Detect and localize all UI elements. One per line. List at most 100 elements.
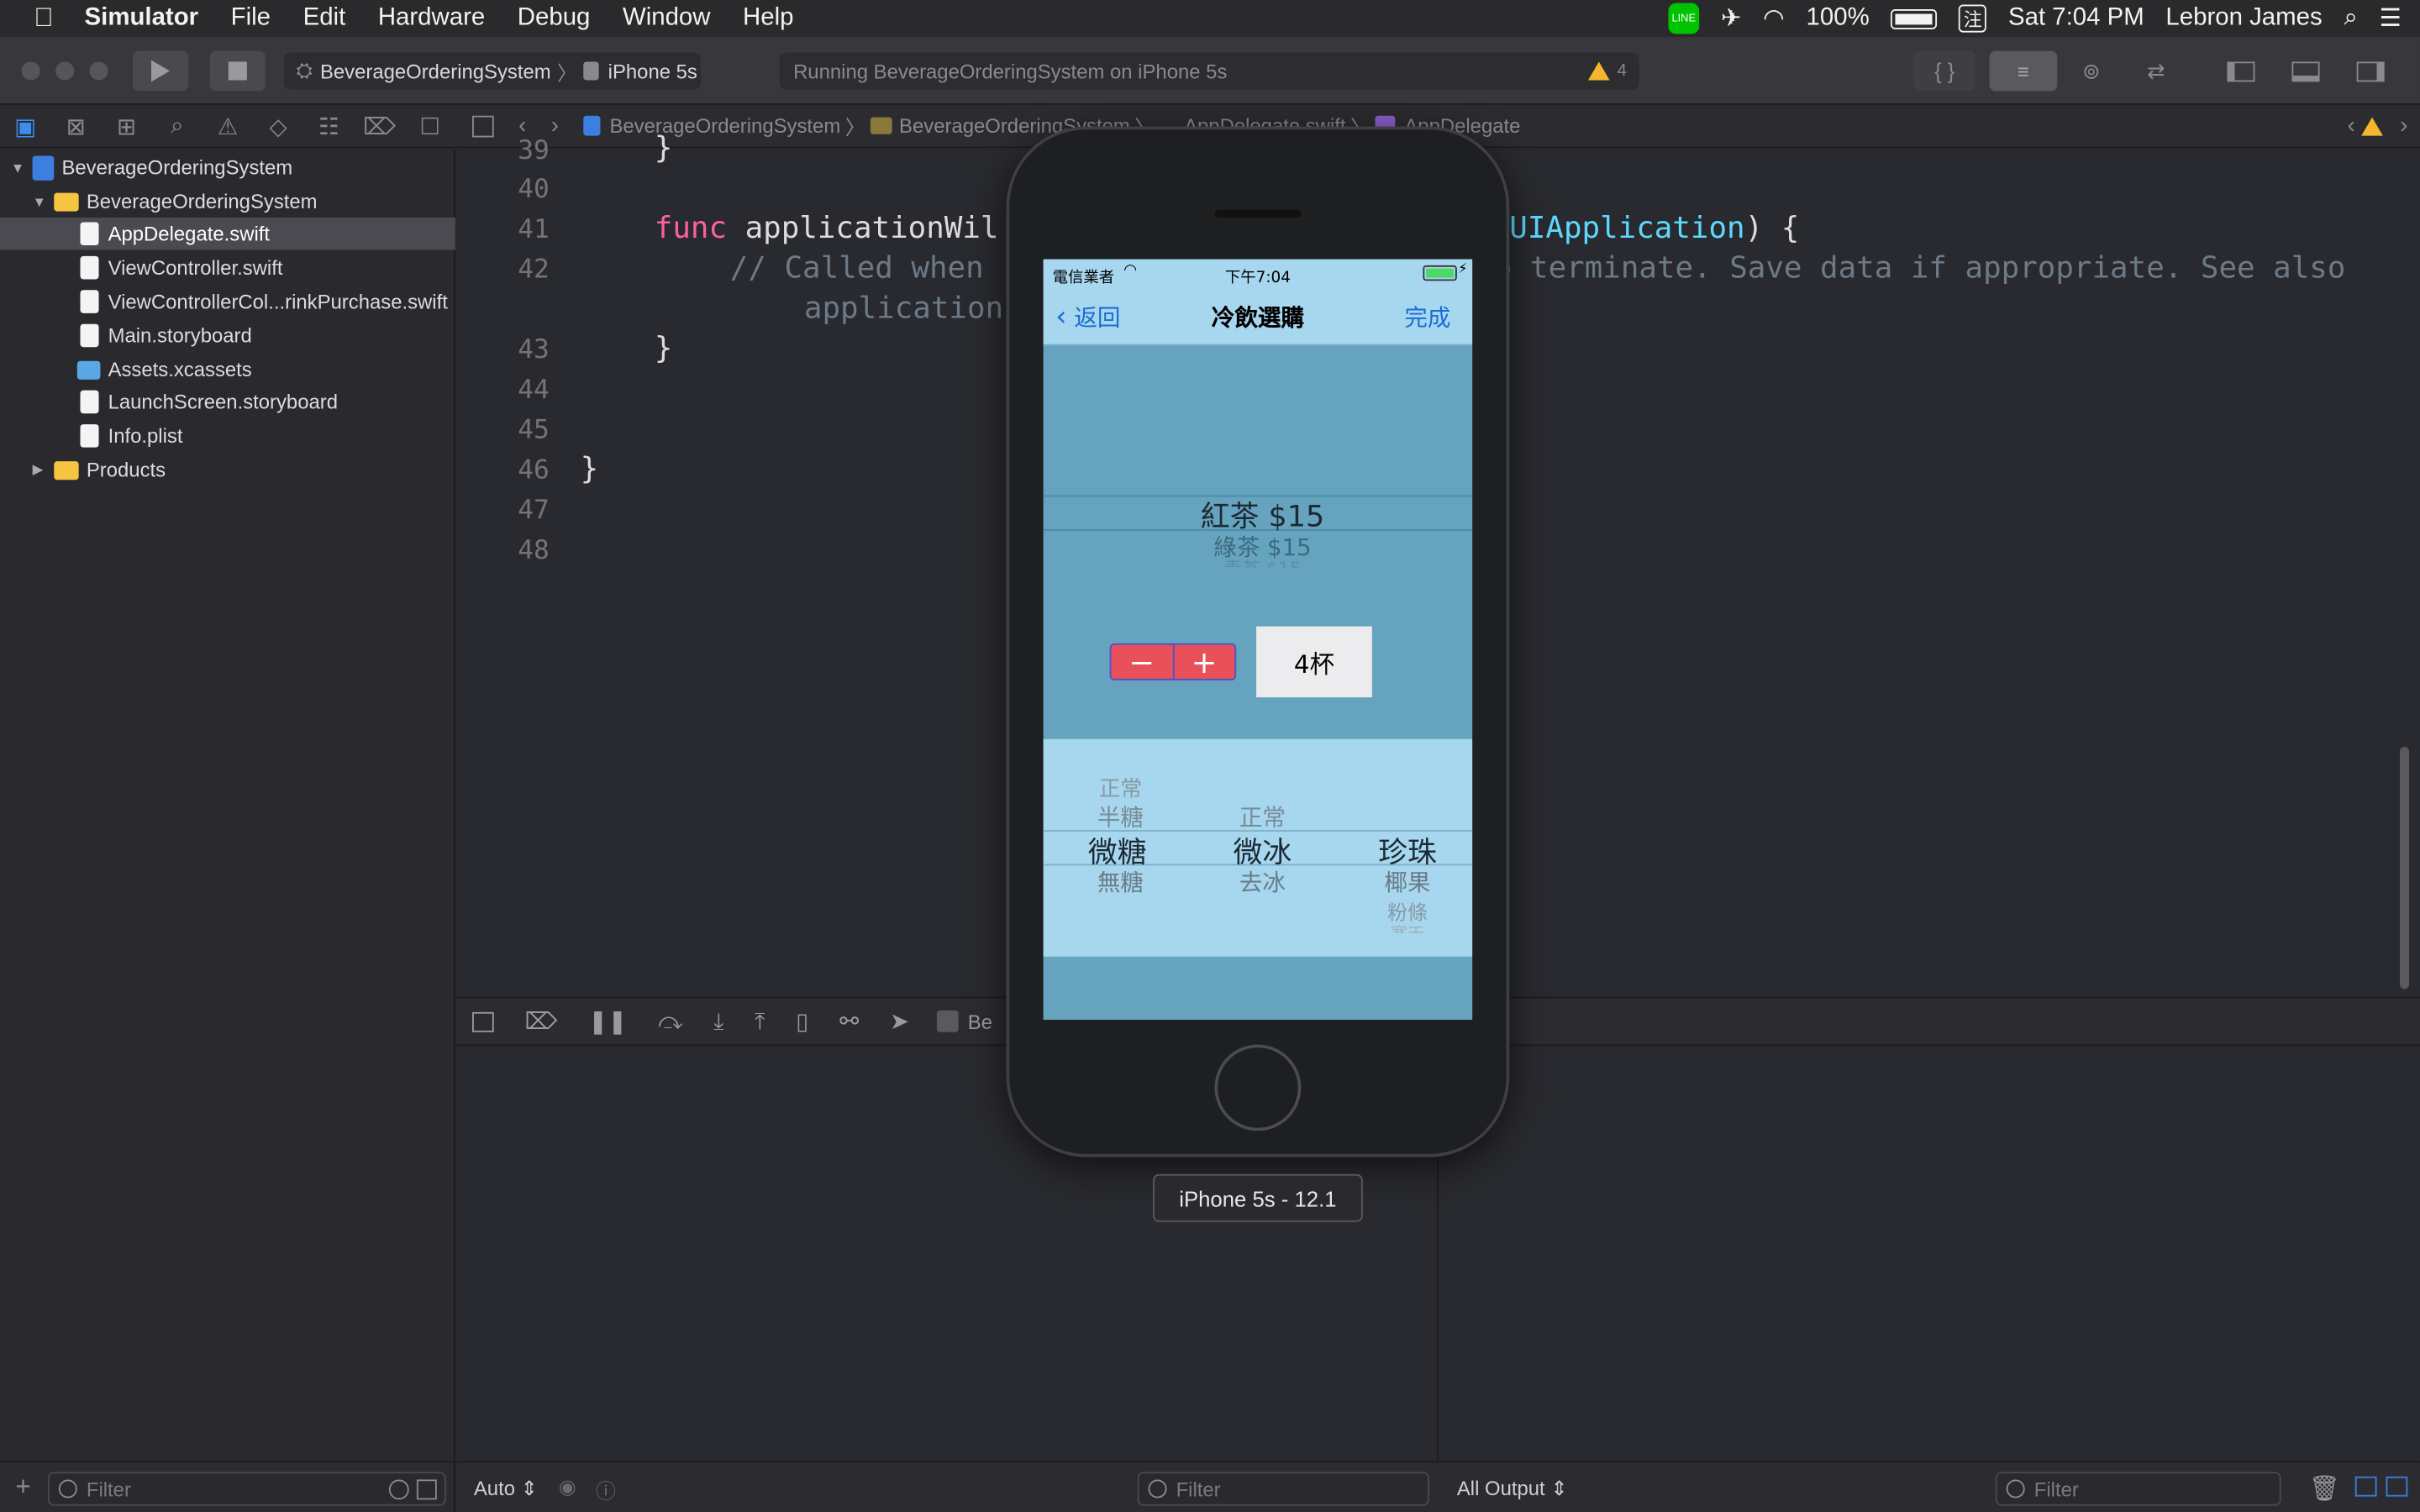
recent-files-icon[interactable] bbox=[388, 1478, 409, 1499]
line-app-icon[interactable]: LINE bbox=[1668, 3, 1700, 34]
tree-file-viewcontroller-collection[interactable]: ViewControllerCol...rinkPurchase.swift bbox=[0, 286, 455, 318]
split-left-icon[interactable] bbox=[2354, 1476, 2377, 1497]
console-filter-field[interactable]: Filter bbox=[1995, 1472, 2281, 1506]
run-button[interactable] bbox=[132, 50, 189, 92]
breakpoint-navigator-icon[interactable]: ⌦ bbox=[354, 112, 404, 139]
find-navigator-icon[interactable]: ⌕ bbox=[152, 113, 203, 139]
menu-debug[interactable]: Debug bbox=[518, 5, 591, 33]
variables-filter-field[interactable]: Filter bbox=[1137, 1472, 1429, 1506]
trash-icon[interactable]: 🗑 bbox=[2309, 1473, 2340, 1504]
home-button[interactable] bbox=[1214, 1044, 1302, 1131]
symbol-navigator-icon[interactable]: ⊞ bbox=[101, 112, 151, 139]
tree-file-appdelegate[interactable]: AppDelegate.swift bbox=[0, 217, 455, 250]
user-name[interactable]: Lebron James bbox=[2165, 5, 2322, 33]
sugar-picker-row[interactable]: 正常 bbox=[1074, 773, 1166, 804]
warning-icon[interactable] bbox=[2361, 116, 2383, 135]
spotlight-icon[interactable]: ⌕ bbox=[2344, 5, 2357, 33]
standard-editor-button[interactable]: ≡ bbox=[1989, 50, 2058, 92]
project-navigator-icon[interactable]: ▣ bbox=[0, 112, 50, 139]
tree-project-root[interactable]: ▼ BeverageOrderingSystem bbox=[0, 151, 455, 184]
input-method-icon[interactable]: 注 bbox=[1959, 4, 1987, 33]
issue-forward-icon[interactable]: › bbox=[2400, 113, 2407, 139]
tree-file-assets[interactable]: Assets.xcassets bbox=[0, 354, 455, 386]
stop-button[interactable] bbox=[209, 50, 266, 92]
source-control-filter-icon[interactable] bbox=[416, 1478, 437, 1499]
warning-indicator[interactable]: 4 bbox=[1587, 61, 1627, 81]
issue-navigator-icon[interactable]: ⚠ bbox=[203, 112, 253, 139]
step-out-icon[interactable]: ⤒ bbox=[755, 1008, 765, 1034]
disclosure-closed-icon[interactable]: ▶ bbox=[33, 461, 55, 478]
breadcrumb-project[interactable]: BeverageOrderingSystem bbox=[609, 114, 840, 138]
toggle-debug-area-button[interactable] bbox=[2275, 51, 2336, 92]
tree-file-viewcontroller[interactable]: ViewController.swift bbox=[0, 251, 455, 284]
quantity-stepper[interactable]: − + bbox=[1109, 643, 1237, 680]
ice-picker-row[interactable]: 正常 bbox=[1216, 801, 1308, 833]
menu-edit[interactable]: Edit bbox=[303, 5, 346, 33]
battery-icon[interactable] bbox=[1891, 8, 1938, 29]
assistant-editor-button[interactable]: ⊚ bbox=[2060, 51, 2122, 92]
back-arrow-icon[interactable]: ‹ bbox=[518, 113, 526, 139]
simulator-screen[interactable]: 電信業者 ◠ 下午7:04 ⚡ ‹ 返回 冷飲選購 完成 紅茶 $15 綠茶 $… bbox=[1043, 259, 1473, 1021]
related-items-icon[interactable] bbox=[472, 114, 494, 137]
output-select[interactable]: All Output ⇕ bbox=[1457, 1477, 1568, 1501]
console-view[interactable] bbox=[1439, 1046, 2420, 1462]
menu-hardware[interactable]: Hardware bbox=[378, 5, 485, 33]
memory-graph-icon[interactable]: ⚯ bbox=[839, 1007, 859, 1035]
topping-picker-row[interactable]: 寒天 bbox=[1361, 921, 1454, 933]
clock[interactable]: Sat 7:04 PM bbox=[2008, 5, 2144, 33]
tree-file-main-storyboard[interactable]: Main.storyboard bbox=[0, 319, 455, 352]
hide-debug-icon[interactable] bbox=[472, 1011, 494, 1032]
close-window-button[interactable] bbox=[21, 61, 40, 81]
step-over-icon[interactable]: ⤼ bbox=[658, 1008, 682, 1034]
library-button[interactable]: { } bbox=[1913, 50, 1975, 92]
sugar-picker-row[interactable]: 半糖 bbox=[1074, 801, 1166, 833]
pause-icon[interactable]: ❚❚ bbox=[588, 1007, 627, 1035]
version-editor-button[interactable]: ⇄ bbox=[2125, 51, 2186, 92]
disclosure-open-icon[interactable]: ▼ bbox=[11, 160, 33, 175]
breakpoints-toggle-icon[interactable]: ⌦ bbox=[524, 1007, 557, 1035]
view-debugger-icon[interactable]: ▯ bbox=[796, 1007, 808, 1035]
wifi-icon[interactable]: ◠ bbox=[1763, 3, 1785, 34]
topping-picker-row[interactable]: 椰果 bbox=[1361, 865, 1454, 898]
variables-scope-select[interactable]: Auto ⇕ bbox=[474, 1477, 538, 1501]
minimize-window-button[interactable] bbox=[55, 61, 75, 81]
scheme-selector[interactable]: ⛭ BeverageOrderingSystem 〉 iPhone 5s bbox=[283, 52, 701, 90]
location-icon[interactable]: ➤ bbox=[890, 1007, 909, 1035]
split-right-icon[interactable] bbox=[2386, 1476, 2408, 1497]
menu-help[interactable]: Help bbox=[743, 5, 793, 33]
info-icon[interactable]: ⓘ bbox=[596, 1475, 616, 1504]
battery-percent[interactable]: 100% bbox=[1807, 5, 1870, 33]
menu-window[interactable]: Window bbox=[623, 5, 711, 33]
ice-picker-row[interactable]: 去冰 bbox=[1216, 865, 1308, 898]
drink-picker-row[interactable]: 青茶 $15 bbox=[1044, 555, 1473, 568]
test-navigator-icon[interactable]: ◇ bbox=[253, 112, 303, 139]
notification-center-icon[interactable]: ☰ bbox=[2380, 3, 2402, 34]
apple-icon[interactable]:  bbox=[34, 3, 53, 34]
step-into-icon[interactable]: ⤓ bbox=[713, 1008, 723, 1034]
tree-products[interactable]: ▶ Products bbox=[0, 454, 455, 486]
decrement-button[interactable]: − bbox=[1111, 644, 1174, 680]
done-button[interactable]: 完成 bbox=[1404, 301, 1450, 333]
menu-app-name[interactable]: Simulator bbox=[85, 5, 199, 33]
toggle-navigator-button[interactable] bbox=[2210, 51, 2271, 92]
report-navigator-icon[interactable]: ☐ bbox=[405, 112, 455, 139]
toggle-inspector-button[interactable] bbox=[2339, 51, 2401, 92]
bluetooth-tool-icon[interactable]: ✈ bbox=[1721, 3, 1742, 34]
debug-navigator-icon[interactable]: ☷ bbox=[303, 112, 354, 139]
menu-file[interactable]: File bbox=[231, 5, 271, 33]
tree-group[interactable]: ▼ BeverageOrderingSystem bbox=[0, 185, 455, 218]
issue-back-icon[interactable]: ‹ bbox=[2348, 113, 2355, 139]
tree-file-launchscreen[interactable]: LaunchScreen.storyboard bbox=[0, 386, 455, 418]
increment-button[interactable]: + bbox=[1174, 645, 1235, 679]
add-icon[interactable]: + bbox=[15, 1472, 30, 1503]
editor-scrollbar[interactable] bbox=[2400, 746, 2410, 990]
drink-picker-selected[interactable]: 紅茶 $15 bbox=[1044, 494, 1473, 536]
eye-icon[interactable]: ◉ bbox=[559, 1475, 576, 1499]
disclosure-open-icon[interactable]: ▼ bbox=[33, 194, 55, 209]
sugar-picker-row[interactable]: 無糖 bbox=[1074, 865, 1166, 898]
zoom-window-button[interactable] bbox=[89, 61, 108, 81]
source-control-icon[interactable]: ⊠ bbox=[50, 112, 101, 139]
navigator-filter-field[interactable]: Filter bbox=[47, 1472, 446, 1506]
tree-file-info-plist[interactable]: Info.plist bbox=[0, 420, 455, 453]
forward-arrow-icon[interactable]: › bbox=[551, 113, 559, 139]
